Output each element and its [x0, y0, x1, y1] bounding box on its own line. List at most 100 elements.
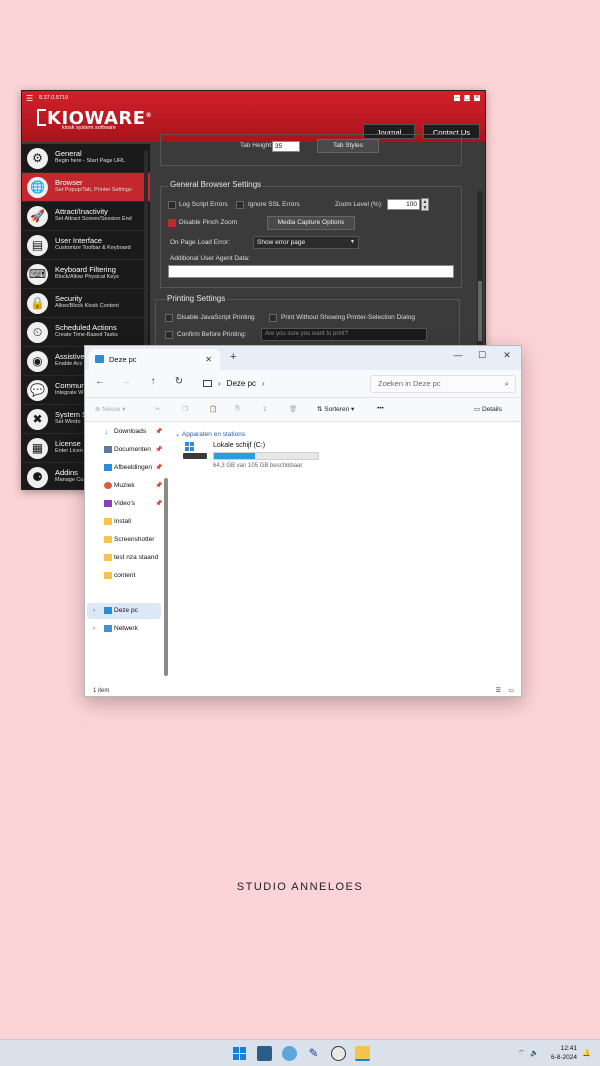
- nav-item-documenten[interactable]: Documenten 📌: [85, 442, 165, 458]
- status-bar: 1 item ☰ ▭: [85, 685, 521, 696]
- file-explorer-window: Deze pc ✕ + — ☐ ✕ ← → ↑ ↻ › Deze pc › Zoek…: [84, 345, 522, 697]
- nav-item-install[interactable]: Install: [85, 514, 165, 530]
- sidebar-item-subtitle: Create Time-Based Tasks: [55, 332, 118, 338]
- minimize-button[interactable]: —: [451, 350, 465, 360]
- nav-item-screenshotter[interactable]: Screenshotter: [85, 532, 165, 548]
- details-label: Details: [481, 406, 502, 413]
- document-icon: [104, 446, 112, 453]
- copy-icon[interactable]: ❐: [182, 405, 188, 413]
- scroll-thumb[interactable]: [478, 281, 482, 341]
- delete-icon[interactable]: 🗑: [289, 405, 297, 413]
- new-button[interactable]: ⊕ Nieuw ▾: [95, 405, 125, 413]
- sidebar-item-attract[interactable]: 🚀 Attract/Inactivity Set Attract Screen/Se…: [22, 202, 150, 231]
- search-icon: ⌕: [504, 379, 509, 388]
- logo-bracket-icon: [37, 109, 46, 126]
- hamburger-menu-icon[interactable]: ☰: [26, 95, 34, 103]
- close-tab-icon[interactable]: ✕: [205, 349, 212, 370]
- sidebar-item-browser[interactable]: 🌐 Browser Set Popup/Tab, Printer Settings: [22, 173, 150, 202]
- tiles-view-icon[interactable]: ▭: [508, 685, 514, 696]
- drive-usage-fill: [214, 453, 255, 459]
- folder-icon: [104, 536, 112, 543]
- navigation-pane: ↓ Downloads 📌 Documenten 📌 Afbeeldingen 📌 Mu…: [85, 423, 165, 685]
- sidebar-item-subtitle: Allow/Block Kiosk Content: [55, 303, 119, 309]
- sort-label: Sorteren: [324, 406, 350, 413]
- search-input[interactable]: Zoeken in Deze pc ⌕: [370, 375, 516, 393]
- back-arrow-icon[interactable]: ←: [93, 376, 107, 387]
- sidebar-item-title: User Interface: [55, 236, 103, 245]
- item-count: 1 item: [93, 688, 110, 694]
- sidebar-item-security[interactable]: 🔒 Security Allow/Block Kiosk Content: [22, 289, 150, 318]
- explorer-nav-bar: ← → ↑ ↻ › Deze pc › Zoeken in Deze pc ⌕: [85, 370, 521, 398]
- tree-item-netwerk[interactable]: › Netwerk: [87, 621, 161, 637]
- more-options-button[interactable]: •••: [377, 405, 384, 412]
- address-bar[interactable]: › Deze pc ›: [198, 375, 364, 393]
- drive-c[interactable]: Lokale schijf (C:) 64,3 GB van 105 GB be…: [183, 442, 333, 472]
- drive-icon: [183, 442, 207, 460]
- computer-icon: [203, 380, 212, 387]
- address-text: Deze pc: [226, 379, 257, 388]
- windows-start-icon[interactable]: [232, 1046, 247, 1061]
- chevron-right-icon: ›: [93, 625, 96, 632]
- sidebar-item-subtitle: Set Attract Screen/Session End: [55, 216, 132, 222]
- wifi-icon[interactable]: ⌔: [518, 1049, 525, 1058]
- new-tab-button[interactable]: +: [230, 351, 236, 363]
- clock-icon: ⏲: [27, 322, 48, 343]
- explorer-toolbar: ⊕ Nieuw ▾ ✂ ❐ 📋 ⎘ ⇪ 🗑 ⇅ Sorteren ▾ ••• ▭…: [85, 398, 521, 422]
- file-explorer-taskbar-icon[interactable]: [355, 1046, 370, 1061]
- refresh-icon[interactable]: ↻: [172, 376, 186, 387]
- nav-item-afbeeldingen[interactable]: Afbeeldingen 📌: [85, 460, 165, 476]
- drive-name: Lokale schijf (C:): [213, 442, 266, 449]
- tagline: kiosk system software: [62, 125, 116, 131]
- nav-label: Screenshotter: [114, 536, 155, 543]
- tree-item-deze-pc[interactable]: › Deze pc: [87, 603, 161, 619]
- rename-icon[interactable]: ⎘: [235, 405, 240, 413]
- browser-icon: 🌐: [27, 177, 48, 198]
- content-pane: ⌄ Apparaten en stations Lokale schijf (C…: [173, 426, 518, 684]
- nav-item-downloads[interactable]: ↓ Downloads 📌: [85, 424, 165, 440]
- sidebar-item-general[interactable]: ⚙ General Begin here - Start Page URL: [22, 144, 150, 173]
- task-view-icon[interactable]: [257, 1046, 272, 1061]
- app-cat-icon[interactable]: [282, 1046, 297, 1061]
- explorer-tab-bar: Deze pc ✕ + — ☐ ✕: [85, 346, 521, 370]
- sidebar-item-title: Scheduled Actions: [55, 323, 117, 332]
- nav-item-content[interactable]: content: [85, 568, 165, 584]
- details-view-icon[interactable]: ☰: [496, 685, 501, 696]
- tab-deze-pc[interactable]: Deze pc ✕: [89, 349, 220, 370]
- sidebar-item-user-interface[interactable]: ▤ User Interface Customize Toolbar & Keybo…: [22, 231, 150, 260]
- app-owl-icon[interactable]: [331, 1046, 346, 1061]
- sidebar-item-title: Attract/Inactivity: [55, 207, 108, 216]
- sidebar-item-keyboard-filtering[interactable]: ⌨ Keyboard Filtering Block/Allow Physical …: [22, 260, 150, 289]
- sidebar-item-subtitle: Begin here - Start Page URL: [55, 158, 126, 164]
- background-watermark-text: STUDIO ANNELOES: [236, 881, 364, 893]
- notification-icon[interactable]: 🔔: [582, 1049, 591, 1057]
- sidebar-item-title: General: [55, 149, 82, 158]
- nav-item-muziek[interactable]: Muziek 📌: [85, 478, 165, 494]
- sidebar-item-scheduled-actions[interactable]: ⏲ Scheduled Actions Create Time-Based Task…: [22, 318, 150, 347]
- new-label: Nieuw: [102, 406, 121, 413]
- addin-icon: ⚈: [27, 467, 48, 488]
- nav-item-test-nza-staand[interactable]: test nza staand: [85, 550, 165, 566]
- close-button[interactable]: ✕: [500, 350, 514, 361]
- sort-button[interactable]: ⇅ Sorteren ▾: [317, 405, 354, 413]
- version-label: 8.37.0.5719: [39, 95, 69, 101]
- close-button[interactable]: ×: [473, 94, 481, 102]
- sidebar-item-subtitle: Customize Toolbar & Keyboard: [55, 245, 131, 251]
- share-icon[interactable]: ⇪: [262, 405, 267, 413]
- details-button[interactable]: ▭ Details: [474, 405, 502, 413]
- maximize-button[interactable]: ☐: [475, 350, 489, 361]
- paste-icon[interactable]: 📋: [209, 405, 217, 413]
- navigation-scrollbar[interactable]: [164, 478, 168, 676]
- volume-icon[interactable]: 🔈: [530, 1049, 539, 1057]
- up-arrow-icon[interactable]: ↑: [146, 376, 160, 387]
- keyboard-icon: ⌨: [27, 264, 48, 285]
- cut-icon[interactable]: ✂: [155, 405, 160, 413]
- tab-title: Deze pc: [109, 355, 137, 364]
- pin-icon: 📌: [155, 465, 163, 471]
- pen-app-icon[interactable]: ✎: [306, 1046, 321, 1061]
- nav-item-videos[interactable]: Video's 📌: [85, 496, 165, 512]
- forward-arrow-icon[interactable]: →: [119, 376, 133, 387]
- maximize-button[interactable]: ▢: [463, 94, 471, 102]
- minimize-button[interactable]: –: [453, 94, 461, 102]
- clock[interactable]: 12:41 6-8-2024: [547, 1044, 577, 1062]
- section-header[interactable]: ⌄ Apparaten en stations: [175, 430, 245, 438]
